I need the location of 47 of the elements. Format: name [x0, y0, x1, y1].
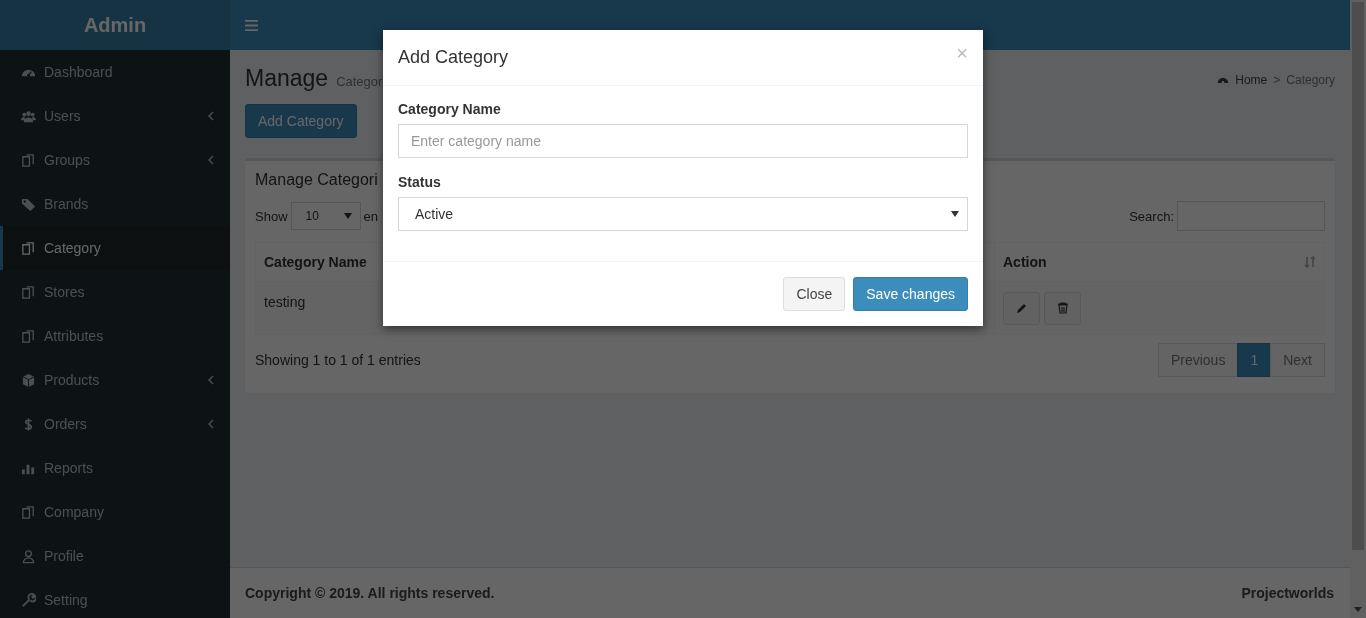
chevron-icon — [207, 375, 215, 385]
close-button[interactable]: × — [956, 42, 968, 65]
edit-button[interactable] — [1003, 291, 1040, 325]
trash-icon — [1056, 302, 1069, 314]
wrench-icon — [21, 592, 36, 608]
chevron-icon — [207, 419, 215, 429]
caret-icon — [343, 213, 352, 219]
box-title: Manage Categori — [255, 170, 378, 190]
page-length-select[interactable]: 10 — [290, 202, 361, 230]
caret-icon — [951, 211, 959, 217]
field-label: Category Name — [398, 101, 502, 117]
pencil-icon — [1015, 302, 1028, 314]
sort-icon — [1304, 256, 1316, 268]
pagination-button[interactable]: 1 — [1237, 343, 1272, 377]
search-label: Search: — [1129, 208, 1174, 224]
close-button[interactable]: Close — [783, 277, 846, 311]
show-label: Show — [255, 208, 288, 224]
save-button[interactable]: Save changes — [853, 277, 968, 311]
users-icon — [21, 108, 36, 124]
input-field[interactable]: Enter category name — [398, 124, 968, 158]
files-icon — [21, 152, 36, 168]
files-icon — [21, 504, 36, 520]
breadcrumb-link[interactable]: Home — [1235, 73, 1268, 87]
files-icon — [21, 284, 36, 300]
brand-logo[interactable]: Admin — [0, 0, 230, 50]
column-header[interactable]: Action — [994, 243, 1324, 281]
table-cell: testing — [264, 294, 306, 310]
add-category-button[interactable]: Add Category — [245, 104, 357, 138]
tag-icon — [21, 196, 36, 212]
delete-button[interactable] — [1044, 291, 1081, 325]
files-icon — [21, 328, 36, 344]
breadcrumb-separator: > — [1273, 73, 1281, 87]
scrollbar[interactable] — [1350, 0, 1366, 618]
footer-brand: Projectworlds — [1241, 585, 1334, 601]
cube-icon — [21, 372, 36, 388]
page-title: Manage — [245, 65, 329, 92]
chevron-icon — [207, 155, 215, 165]
chevron-icon — [207, 111, 215, 121]
status-select[interactable]: Active — [398, 197, 968, 231]
entries-label: en — [363, 208, 378, 224]
menu-icon[interactable] — [245, 19, 258, 31]
modal-title: Add Category — [398, 47, 509, 68]
files-icon — [21, 240, 36, 256]
copyright-text: Copyright © 2019. All rights reserved. — [245, 585, 495, 601]
user-icon — [21, 548, 36, 564]
table-info: Showing 1 to 1 of 1 entries — [255, 352, 421, 368]
field-label: Status — [398, 174, 442, 190]
